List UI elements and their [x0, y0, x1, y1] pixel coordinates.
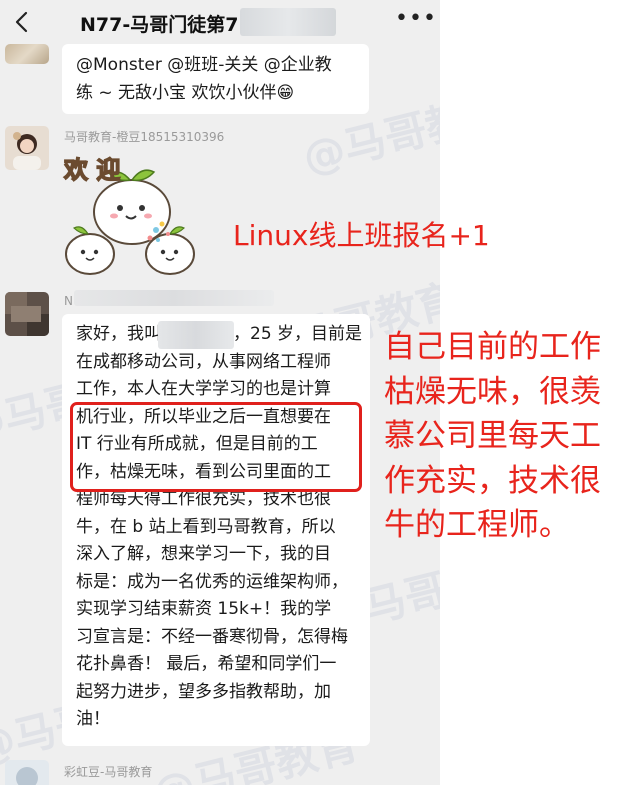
comment-line: 作充实，技术很 — [384, 462, 601, 499]
comment-line: 自己目前的工作 — [384, 329, 601, 365]
signup-annotation: Linux线上班报名+1 — [233, 219, 490, 252]
message-bubble: 家好，我叫 ，25 岁，目前是 在成都移动公司，从事网络工程师 工作，本人在大学学… — [62, 314, 370, 746]
message-line: 工作，本人在大学学习的也是计算 — [76, 379, 331, 399]
sender-name: 彩虹豆-马哥教育 — [64, 765, 153, 779]
message-line: 实现学习结束薪资 15k+！我的学 — [76, 599, 332, 619]
comment-line: 慕公司里每天工 — [384, 418, 601, 454]
sender-name: 马哥教育-橙豆18515310396 — [64, 130, 225, 144]
avatar[interactable] — [5, 292, 49, 336]
highlight-box — [70, 402, 362, 492]
chat-screen: @马哥教育 @马哥教育 @马哥教育 @马哥教育 @马哥教育 @马哥教育 N77-… — [0, 0, 440, 785]
blurred-name-region — [74, 290, 274, 306]
message-line: @Monster @班班-关关 @企业教 — [76, 55, 332, 75]
message-line: 家好，我叫 — [76, 324, 161, 344]
comment-line: 枯燥无味，很羡 — [384, 373, 601, 410]
avatar[interactable] — [5, 44, 49, 64]
blurred-name-region — [158, 321, 234, 349]
chat-header: N77-马哥门徒第7 ••• — [0, 0, 440, 48]
message-line: 标是：成为一名优秀的运维架构师， — [76, 571, 348, 592]
comment-annotation: 自己目前的工作 枯燥无味，很羡 慕公司里每天工 作充实，技术很 牛的工程师。 — [384, 325, 624, 548]
message-line: 在成都移动公司，从事网络工程师 — [76, 351, 331, 372]
message-line: 起努力进步，望多多指教帮助，加 — [76, 681, 331, 702]
message-line: 油！ — [76, 709, 110, 729]
message-line: 牛，在 b 站上看到马哥教育，所以 — [76, 516, 336, 537]
message-line-tail: ，25 岁，目前是 — [233, 324, 363, 344]
welcome-sticker: 欢 迎 — [62, 155, 195, 275]
message-line: 练 ~ 无敌小宝 欢饮小伙伴😁 — [76, 82, 295, 103]
avatar[interactable] — [5, 126, 49, 170]
chat-title: N77-马哥门徒第7 — [80, 14, 239, 36]
comment-line: 牛的工程师。 — [384, 507, 570, 543]
more-horizontal-icon[interactable]: ••• — [395, 6, 437, 31]
chevron-left-icon[interactable] — [8, 8, 36, 36]
message-line: 习宣言是：不经一番寒彻骨，怎得梅 — [76, 626, 348, 647]
svg-text:欢 迎: 欢 迎 — [63, 156, 120, 184]
message-line: 花扑鼻香！ 最后，希望和同学们一 — [76, 654, 337, 674]
sender-name: N — [64, 294, 73, 308]
blurred-title-region — [240, 8, 336, 36]
message-bubble: @Monster @班班-关关 @企业教 练 ~ 无敌小宝 欢饮小伙伴😁 — [62, 44, 369, 114]
avatar[interactable] — [5, 760, 49, 785]
message-line: 深入了解，想来学习一下，我的目 — [76, 544, 331, 564]
